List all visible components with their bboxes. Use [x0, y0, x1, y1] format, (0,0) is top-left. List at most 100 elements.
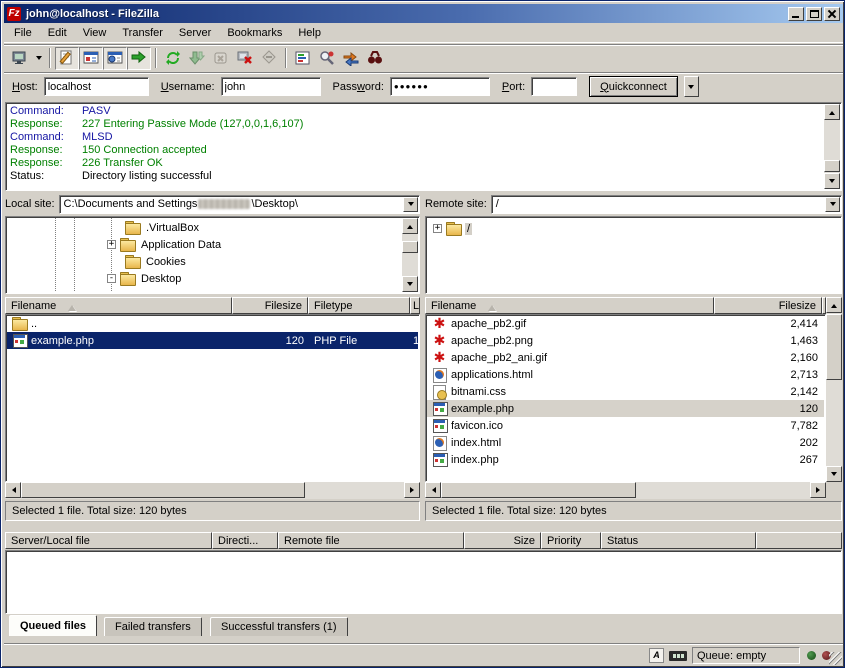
process-queue-button[interactable] [185, 47, 209, 70]
column-filesize[interactable]: Filesize [714, 297, 822, 314]
directory-comparison-button[interactable] [315, 47, 339, 70]
refresh-button[interactable] [161, 47, 185, 70]
toggle-queue-button[interactable] [127, 47, 151, 70]
cancel-button[interactable] [209, 47, 233, 70]
username-input[interactable] [221, 77, 321, 96]
file-row[interactable]: ✱apache_pb2.png 1,463 [427, 332, 824, 349]
menu-file[interactable]: File [6, 25, 40, 41]
column-filename[interactable]: Filename [5, 297, 232, 314]
remote-list-header: Filename Filesize [425, 297, 826, 314]
file-row-example-php[interactable]: example.php 120 PHP File 1 [7, 332, 418, 349]
column-server-local-file[interactable]: Server/Local file [5, 532, 212, 549]
maximize-button[interactable] [806, 7, 822, 21]
menu-edit[interactable]: Edit [40, 25, 75, 41]
toggle-local-tree-button[interactable] [79, 47, 103, 70]
scrollbar-thumb[interactable] [21, 482, 305, 498]
column-filesize[interactable]: Filesize [232, 297, 308, 314]
maximize-icon [810, 10, 819, 18]
port-input[interactable] [531, 77, 577, 96]
scrollbar-thumb[interactable] [824, 160, 840, 172]
file-row[interactable]: ✱apache_pb2_ani.gif 2,160 [427, 349, 824, 366]
scrollbar-thumb[interactable] [826, 314, 842, 380]
file-row[interactable]: index.html 202 [427, 434, 824, 451]
app-icon[interactable]: Fz [7, 7, 21, 21]
log-scrollbar[interactable] [824, 104, 840, 189]
site-manager-button[interactable] [8, 47, 32, 70]
menu-transfer[interactable]: Transfer [114, 25, 171, 41]
log-line: Status:Directory listing successful [10, 170, 821, 183]
quickconnect-dropdown[interactable] [684, 76, 699, 97]
scroll-down-icon [829, 179, 835, 186]
tree-item-application-data[interactable]: + Application Data [107, 236, 223, 253]
remote-path: / [496, 198, 499, 210]
combo-dropdown[interactable] [825, 197, 840, 212]
synchronized-browsing-button[interactable] [339, 47, 363, 70]
remote-site-combobox[interactable]: / [491, 195, 842, 214]
scrollbar-thumb[interactable] [402, 241, 418, 253]
column-status[interactable]: Status [601, 532, 756, 549]
local-tree-scrollbar[interactable] [402, 218, 418, 292]
log-line: Command:PASV [10, 105, 821, 118]
column-last-modified[interactable]: L [410, 297, 420, 314]
column-direction[interactable]: Directi... [212, 532, 278, 549]
tab-queued-files[interactable]: Queued files [9, 615, 97, 636]
tree-expander[interactable]: - [107, 274, 116, 283]
local-site-combobox[interactable]: C:\Documents and Settings\Desktop\ [59, 195, 420, 214]
resize-grip[interactable] [829, 652, 842, 665]
menu-help[interactable]: Help [290, 25, 329, 41]
menu-server[interactable]: Server [171, 25, 219, 41]
file-row[interactable]: applications.html 2,713 [427, 366, 824, 383]
menu-bookmarks[interactable]: Bookmarks [219, 25, 290, 41]
close-button[interactable] [824, 7, 840, 21]
encryption-indicator-icon[interactable] [669, 651, 687, 661]
remote-vscrollbar[interactable] [826, 297, 842, 482]
column-priority[interactable]: Priority [541, 532, 601, 549]
queue-header: Server/Local file Directi... Remote file… [5, 532, 842, 549]
filter-button[interactable] [291, 47, 315, 70]
column-remote-file[interactable]: Remote file [278, 532, 464, 549]
tree-expander[interactable]: + [433, 224, 442, 233]
ico-file-icon [432, 419, 447, 432]
menu-view[interactable]: View [75, 25, 115, 41]
toggle-remote-tree-button[interactable] [103, 47, 127, 70]
tree-item-virtualbox[interactable]: .VirtualBox [125, 219, 201, 236]
file-row[interactable]: favicon.ico 7,782 [427, 417, 824, 434]
column-filename[interactable]: Filename [425, 297, 714, 314]
scroll-down-icon [407, 282, 413, 289]
tree-item-desktop[interactable]: - Desktop [107, 270, 183, 287]
toggle-log-button[interactable] [55, 47, 79, 70]
tree-expander[interactable]: + [107, 240, 116, 249]
transfer-type-icon[interactable]: A [649, 648, 664, 663]
remote-hscrollbar[interactable] [425, 482, 826, 499]
local-file-list: .. example.php 120 PHP File 1 [5, 314, 420, 482]
site-manager-dropdown[interactable] [32, 47, 45, 70]
title-bar: Fz john@localhost - FileZilla [4, 4, 843, 23]
file-row[interactable]: bitnami.css 2,142 [427, 383, 824, 400]
reconnect-button[interactable] [257, 47, 281, 70]
file-row-parent-dir[interactable]: .. [7, 315, 418, 332]
local-hscrollbar[interactable] [5, 482, 420, 499]
local-site-label: Local site: [5, 198, 55, 210]
disconnect-button[interactable] [233, 47, 257, 70]
file-row-selected[interactable]: example.php 120 [427, 400, 824, 417]
tree-item-cookies[interactable]: Cookies [125, 253, 188, 270]
file-row[interactable]: ✱apache_pb2.gif 2,414 [427, 315, 824, 332]
scroll-right-icon [410, 487, 417, 493]
tab-failed-transfers[interactable]: Failed transfers [104, 617, 202, 636]
combo-dropdown[interactable] [403, 197, 418, 212]
css-file-icon [432, 385, 447, 398]
log-line: Response:227 Entering Passive Mode (127,… [10, 118, 821, 131]
username-label: Username: [161, 81, 215, 93]
file-row[interactable]: index.php 267 [427, 451, 824, 468]
minimize-button[interactable] [788, 7, 804, 21]
host-input[interactable] [44, 77, 149, 96]
column-size[interactable]: Size [464, 532, 541, 549]
password-input[interactable] [390, 77, 490, 96]
chevron-down-icon [408, 202, 414, 209]
column-filetype[interactable]: Filetype [308, 297, 410, 314]
quickconnect-button[interactable]: Quickconnect [589, 76, 678, 97]
tab-successful-transfers[interactable]: Successful transfers (1) [210, 617, 348, 636]
find-files-button[interactable] [363, 47, 387, 70]
tree-item-root[interactable]: + / [433, 220, 472, 237]
scrollbar-thumb[interactable] [441, 482, 636, 498]
